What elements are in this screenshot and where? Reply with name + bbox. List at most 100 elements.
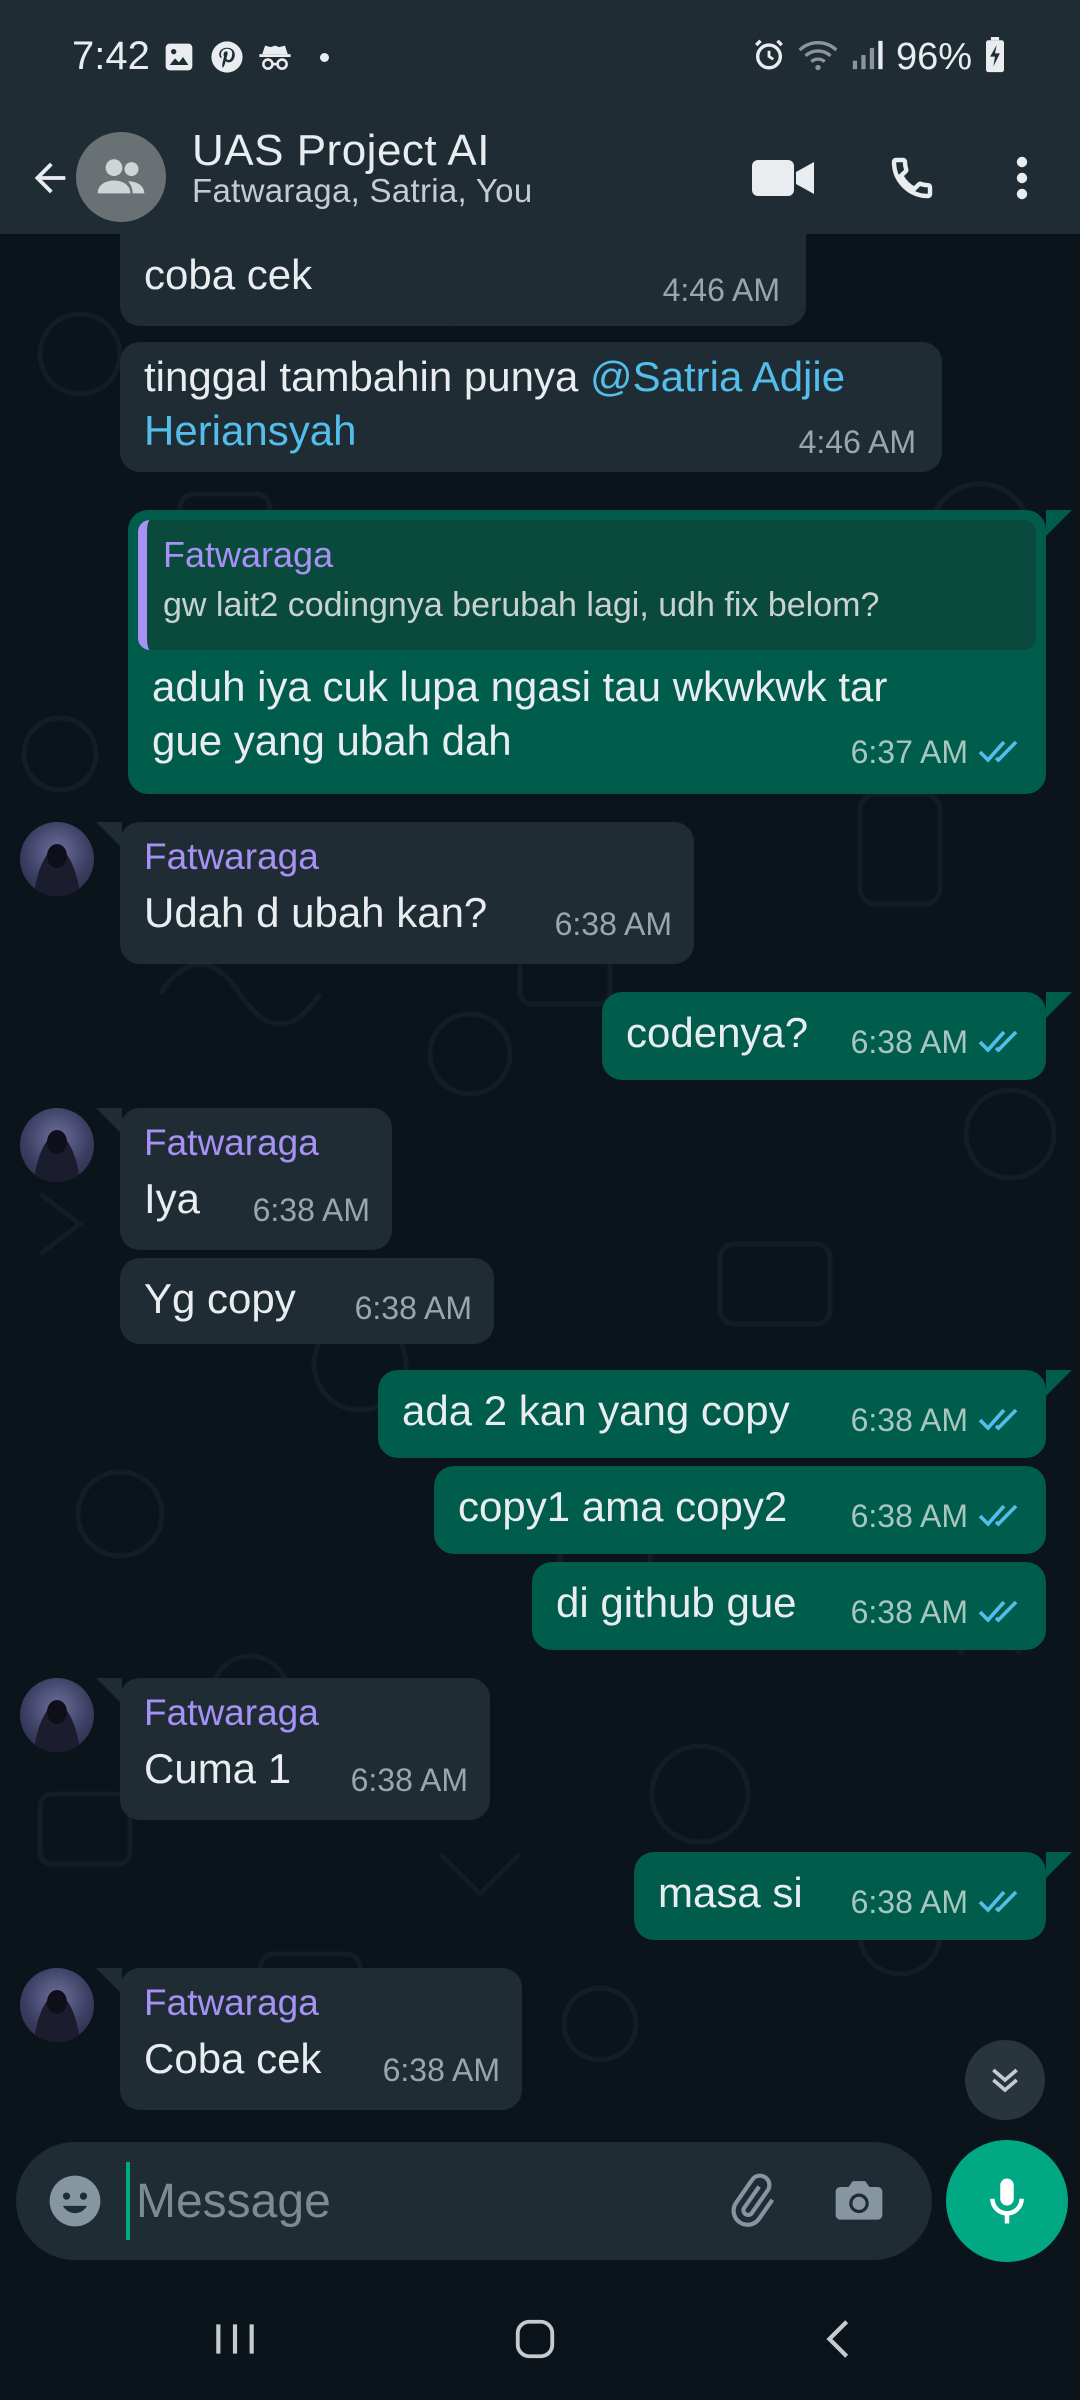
double-chevron-down-icon bbox=[992, 2068, 1018, 2093]
message-text: coba cek bbox=[144, 251, 313, 298]
chat-header: UAS Project AI Fatwaraga, Satria, You bbox=[0, 122, 1080, 234]
alarm-icon bbox=[752, 38, 786, 77]
sender-avatar[interactable] bbox=[20, 1108, 94, 1182]
hooded-figure-icon bbox=[34, 844, 80, 896]
message-time: 6:38 AM bbox=[850, 1594, 968, 1630]
message-bubble-outgoing[interactable]: masa si 6:38 AM bbox=[634, 1852, 1046, 1940]
message-bubble-incoming[interactable]: Yg copy 6:38 AM bbox=[120, 1258, 494, 1344]
message-time: 4:46 AM bbox=[798, 424, 916, 460]
battery-icon bbox=[984, 37, 1006, 78]
video-call-button[interactable] bbox=[744, 136, 824, 220]
home-icon bbox=[515, 2319, 555, 2359]
message-bubble-incoming[interactable]: Fatwaraga Cuma 1 6:38 AM bbox=[120, 1678, 490, 1820]
sender-name[interactable]: Fatwaraga bbox=[144, 836, 319, 878]
message-text: Yg copy bbox=[144, 1275, 296, 1322]
chat-participants[interactable]: Fatwaraga, Satria, You bbox=[192, 172, 532, 210]
message-text: Udah d ubah kan? bbox=[144, 889, 488, 936]
read-receipt-icon bbox=[978, 740, 1018, 763]
recent-apps-button[interactable] bbox=[190, 2304, 280, 2374]
emoji-button[interactable] bbox=[40, 2166, 110, 2236]
bubble-tail bbox=[1046, 1370, 1072, 1396]
status-right-icons: 96% bbox=[752, 36, 1006, 79]
bubble-tail bbox=[1046, 1852, 1072, 1878]
message-time: 6:38 AM bbox=[554, 906, 672, 942]
message-text: Cuma 1 bbox=[144, 1745, 292, 1792]
read-receipt-icon bbox=[978, 1600, 1018, 1623]
paperclip-icon bbox=[731, 2173, 775, 2227]
message-time: 6:37 AM bbox=[850, 734, 968, 770]
hooded-figure-icon bbox=[34, 1990, 80, 2042]
message-time: 6:38 AM bbox=[382, 2052, 500, 2088]
message-bubble-outgoing[interactable]: ada 2 kan yang copy 6:38 AM bbox=[378, 1370, 1046, 1458]
message-text-part: tinggal tambahin punya bbox=[144, 353, 590, 400]
status-left-icons bbox=[162, 40, 329, 74]
voice-message-button[interactable] bbox=[946, 2140, 1068, 2262]
message-bubble-outgoing[interactable]: Fatwaraga gw lait2 codingnya berubah lag… bbox=[128, 510, 1046, 794]
mention-link[interactable]: @Satria Adjie bbox=[590, 353, 845, 400]
vertical-dots-icon bbox=[1016, 156, 1028, 200]
camera-button[interactable] bbox=[824, 2166, 894, 2236]
camera-icon bbox=[835, 2181, 883, 2220]
video-camera-icon bbox=[752, 160, 814, 196]
quoted-message[interactable]: Fatwaraga gw lait2 codingnya berubah lag… bbox=[138, 520, 1036, 650]
hooded-figure-icon bbox=[34, 1130, 80, 1182]
message-time: 6:38 AM bbox=[850, 1498, 968, 1534]
group-icon bbox=[97, 159, 145, 194]
message-text: masa si bbox=[658, 1869, 803, 1916]
read-receipt-icon bbox=[978, 1408, 1018, 1431]
system-navigation-bar bbox=[0, 2278, 1080, 2400]
chat-title[interactable]: UAS Project AI bbox=[192, 126, 490, 176]
mention-link-continued[interactable]: Heriansyah bbox=[144, 407, 356, 454]
more-options-button[interactable] bbox=[992, 136, 1052, 220]
message-bubble-outgoing[interactable]: di github gue 6:38 AM bbox=[532, 1562, 1046, 1650]
read-receipt-icon bbox=[978, 1890, 1018, 1913]
message-bubble-incoming[interactable]: Fatwaraga Coba cek 6:38 AM bbox=[120, 1968, 522, 2110]
system-back-button[interactable] bbox=[794, 2304, 884, 2374]
bubble-tail bbox=[1046, 510, 1072, 536]
phone-icon bbox=[891, 157, 933, 199]
message-text: codenya? bbox=[626, 1009, 809, 1056]
quoted-text: gw lait2 codingnya berubah lagi, udh fix… bbox=[163, 586, 880, 624]
home-button[interactable] bbox=[490, 2304, 580, 2374]
message-text: ada 2 kan yang copy bbox=[402, 1387, 790, 1434]
hooded-figure-icon bbox=[34, 1700, 80, 1752]
chat-area[interactable]: coba cek 4:46 AM tinggal tambahin punya … bbox=[0, 234, 1080, 2120]
voice-call-button[interactable] bbox=[872, 136, 952, 220]
bubble-tail bbox=[96, 1968, 122, 1994]
message-bubble-incoming[interactable]: coba cek 4:46 AM bbox=[120, 234, 806, 326]
gallery-icon bbox=[162, 40, 196, 74]
scroll-to-bottom-button[interactable] bbox=[965, 2040, 1045, 2120]
sender-name[interactable]: Fatwaraga bbox=[144, 1122, 319, 1164]
incognito-icon bbox=[258, 40, 292, 74]
back-chevron-icon bbox=[826, 2320, 849, 2358]
sender-name[interactable]: Fatwaraga bbox=[144, 1982, 319, 2024]
message-input[interactable] bbox=[126, 2162, 686, 2240]
message-bubble-outgoing[interactable]: copy1 ama copy2 6:38 AM bbox=[434, 1466, 1046, 1554]
message-bubble-incoming[interactable]: Fatwaraga Udah d ubah kan? 6:38 AM bbox=[120, 822, 694, 964]
message-text: di github gue bbox=[556, 1579, 797, 1626]
group-avatar[interactable] bbox=[76, 132, 166, 222]
status-bar: 7:42 96% bbox=[0, 0, 1080, 122]
attach-button[interactable] bbox=[716, 2166, 786, 2236]
message-bubble-incoming[interactable]: tinggal tambahin punya @Satria Adjie Heri… bbox=[120, 342, 942, 472]
read-receipt-icon bbox=[978, 1504, 1018, 1527]
message-time: 6:38 AM bbox=[350, 1762, 468, 1798]
message-time: 4:46 AM bbox=[662, 272, 780, 308]
message-text: Iya bbox=[144, 1175, 201, 1222]
smiley-icon bbox=[49, 2175, 101, 2227]
sender-avatar[interactable] bbox=[20, 822, 94, 896]
message-bubble-incoming[interactable]: Fatwaraga Iya 6:38 AM bbox=[120, 1108, 392, 1250]
bubble-tail bbox=[96, 1108, 122, 1134]
message-time: 6:38 AM bbox=[354, 1290, 472, 1326]
notification-dot bbox=[320, 52, 329, 62]
bubble-tail bbox=[96, 1678, 122, 1704]
bubble-tail bbox=[1046, 992, 1072, 1018]
message-text-line-2: gue yang ubah dah bbox=[152, 717, 512, 764]
sender-avatar[interactable] bbox=[20, 1968, 94, 2042]
pinterest-icon bbox=[210, 40, 244, 74]
sender-name[interactable]: Fatwaraga bbox=[144, 1692, 319, 1734]
sender-avatar[interactable] bbox=[20, 1678, 94, 1752]
message-bubble-outgoing[interactable]: codenya? 6:38 AM bbox=[602, 992, 1046, 1080]
bubble-tail bbox=[96, 822, 122, 848]
message-text: copy1 ama copy2 bbox=[458, 1483, 788, 1530]
